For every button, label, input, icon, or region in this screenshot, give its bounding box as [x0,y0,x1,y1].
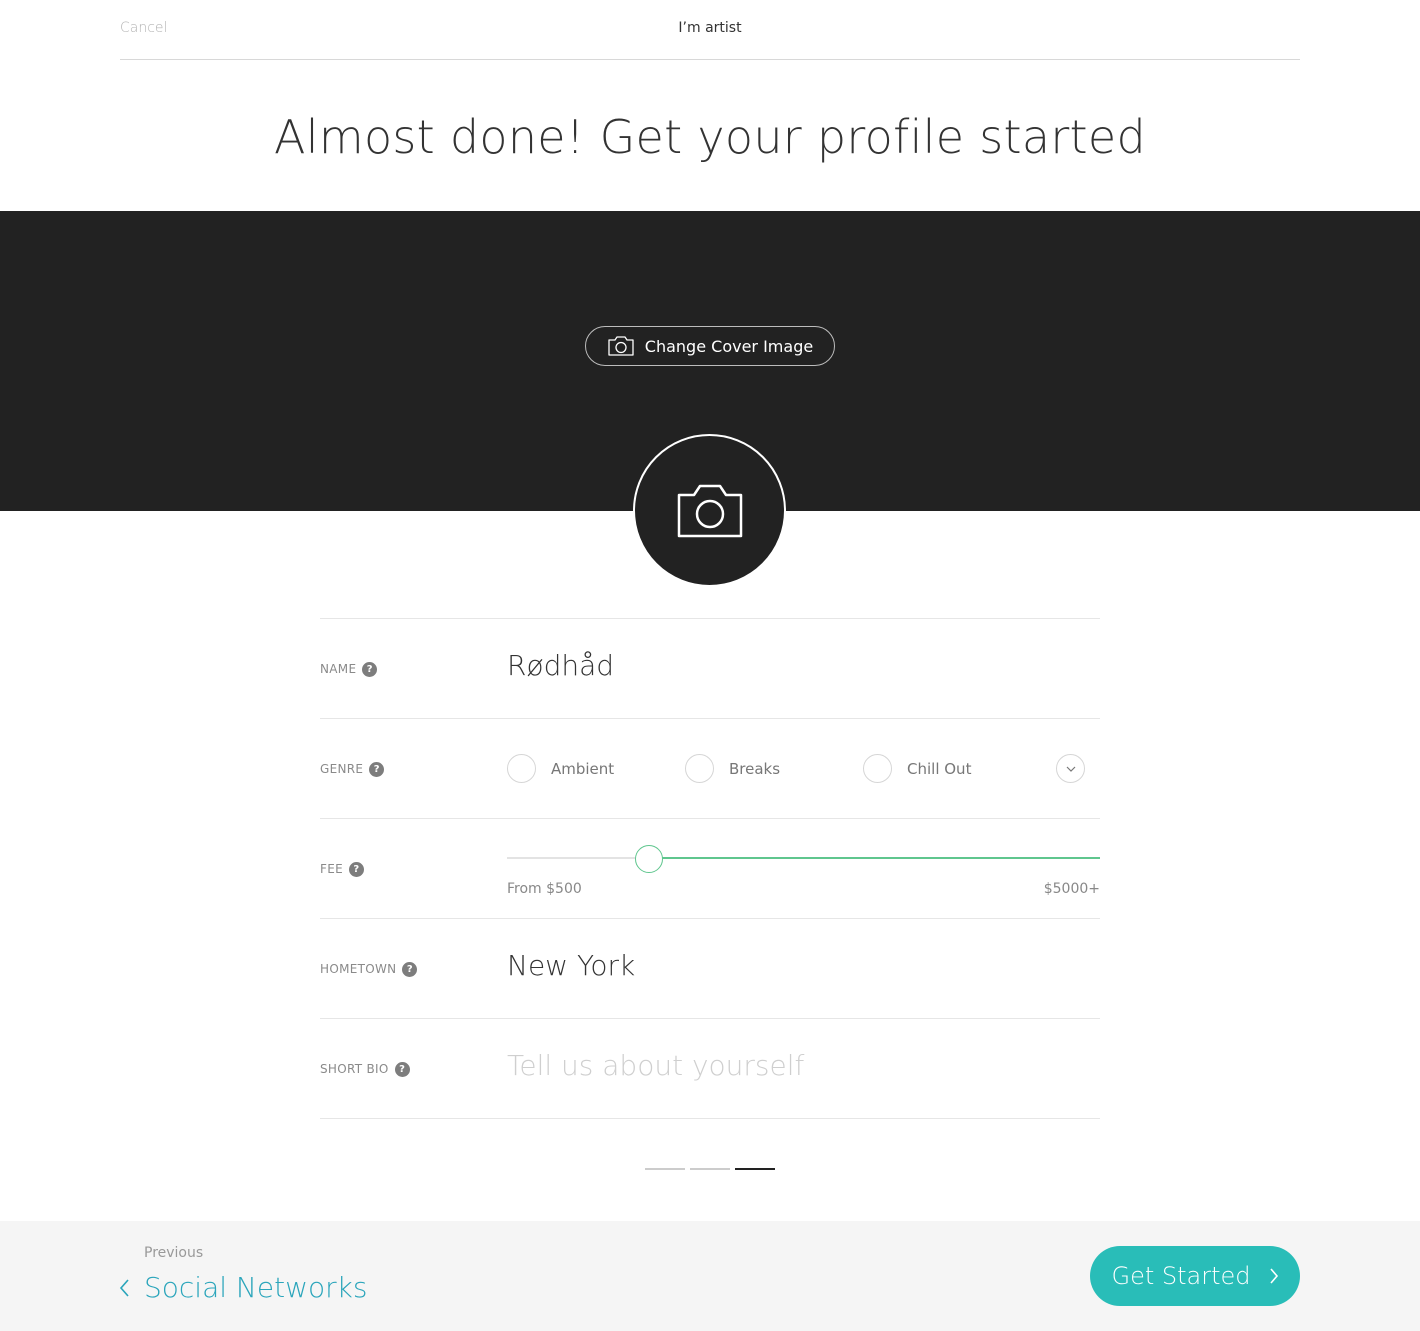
profile-setup-page: Cancel I’m artist Almost done! Get your … [0,0,1420,1331]
step-1-indicator[interactable] [645,1168,685,1170]
page-title: Almost done! Get your profile started [273,110,1146,164]
help-icon[interactable]: ? [362,661,378,677]
previous-caption: Previous [144,1245,204,1261]
radio-button[interactable] [507,754,536,783]
name-input[interactable] [507,649,1087,682]
bio-row: SHORT BIO ? [320,1019,1100,1119]
genre-label: GENRE ? [320,761,385,777]
bio-label-text: SHORT BIO [320,1062,389,1076]
genre-option-label: Chill Out [907,759,972,778]
genre-option-ambient[interactable]: Ambient [507,754,614,783]
bio-label: SHORT BIO ? [320,1061,410,1077]
slider-thumb[interactable] [635,845,663,873]
chevron-left-icon [119,1278,129,1297]
footer-nav: Previous Social Networks Get Started [0,1221,1420,1331]
fee-slider[interactable] [507,845,1100,873]
fee-label: FEE ? [320,861,364,877]
step-2-indicator[interactable] [690,1168,730,1170]
change-cover-image-button[interactable]: Change Cover Image [585,326,835,366]
help-icon[interactable]: ? [402,961,418,977]
chevron-right-icon [1269,1268,1278,1284]
help-icon[interactable]: ? [348,861,364,877]
camera-icon [608,336,634,356]
bio-input[interactable] [507,1049,1087,1082]
radio-button[interactable] [685,754,714,783]
genre-label-text: GENRE [320,762,364,776]
genre-option-breaks[interactable]: Breaks [685,754,780,783]
page-mode-title: I’m artist [678,20,742,36]
fee-min-label: From $500 [507,881,582,897]
profile-form: NAME ? GENRE ? Ambient Breaks Chill Out [320,618,1100,1119]
radio-button[interactable] [863,754,892,783]
fee-label-text: FEE [320,862,343,876]
step-indicator [645,1168,775,1170]
hometown-label-text: HOMETOWN [320,962,397,976]
hometown-label: HOMETOWN ? [320,961,418,977]
genre-option-label: Breaks [729,759,781,778]
camera-icon [677,484,742,537]
fee-max-label: $5000+ [1043,881,1100,897]
name-label: NAME ? [320,661,378,677]
help-icon[interactable]: ? [369,761,385,777]
name-row: NAME ? [320,619,1100,719]
change-cover-image-label: Change Cover Image [644,336,814,356]
step-3-indicator[interactable] [735,1168,775,1170]
slider-track-inactive [507,857,649,859]
help-icon[interactable]: ? [394,1061,410,1077]
previous-step-label: Social Networks [144,1271,368,1304]
avatar-upload[interactable] [633,434,786,587]
slider-track-active [649,857,1100,859]
previous-step-link[interactable]: Social Networks [118,1271,367,1304]
genre-more-button[interactable] [1056,754,1085,783]
genre-row: GENRE ? Ambient Breaks Chill Out [320,719,1100,819]
hometown-input[interactable] [507,949,1087,982]
top-bar: Cancel I’m artist [120,0,1300,60]
chevron-down-icon [1066,766,1075,772]
hometown-row: HOMETOWN ? [320,919,1100,1019]
get-started-label: Get Started [1111,1262,1251,1290]
fee-row: FEE ? From $500 $5000+ [320,819,1100,919]
get-started-button[interactable]: Get Started [1090,1246,1300,1306]
genre-option-label: Ambient [551,759,615,778]
name-label-text: NAME [320,662,357,676]
genre-option-chill-out[interactable]: Chill Out [863,754,971,783]
